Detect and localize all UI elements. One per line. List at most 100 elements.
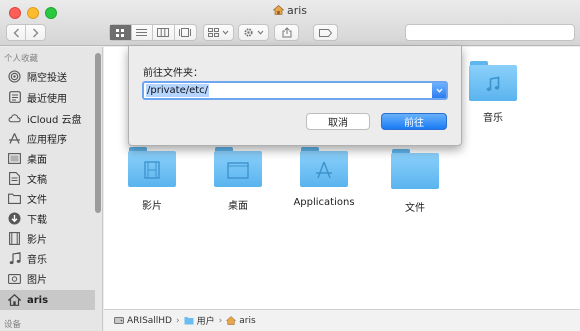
path-item-home[interactable]: aris [226, 315, 256, 326]
folder-item-files[interactable]: 文件 [377, 149, 453, 214]
sidebar: 个人收藏 隔空投送 最近使用 iCloud 云盘 应用程序 桌面 文稿 文件 下… [0, 47, 103, 331]
movies-folder-icon [128, 147, 176, 187]
path-separator: › [218, 315, 223, 326]
sidebar-item-airdrop[interactable]: 隔空投送 [0, 66, 95, 86]
sidebar-item-files[interactable]: 文件 [0, 188, 95, 208]
go-to-folder-label: 前往文件夹： [143, 68, 203, 79]
cancel-button[interactable]: 取消 [306, 113, 370, 130]
sidebar-item-label: 桌面 [27, 154, 47, 166]
home-icon [272, 5, 284, 15]
folder-label: 音乐 [483, 113, 503, 124]
downloads-icon [8, 212, 21, 225]
navigation-buttons [6, 24, 46, 41]
arrange-button[interactable] [203, 24, 234, 41]
column-view-button[interactable] [153, 25, 175, 40]
sidebar-item-documents[interactable]: 文稿 [0, 168, 95, 188]
devices-heading: 设备 [4, 320, 22, 330]
sidebar-item-downloads[interactable]: 下载 [0, 208, 95, 228]
folder-icon [391, 149, 439, 189]
applications-folder-icon [300, 147, 348, 187]
home-icon [8, 294, 21, 307]
list-view-icon [136, 29, 148, 36]
sidebar-item-pictures[interactable]: 图片 [0, 268, 95, 288]
sidebar-item-applications[interactable]: 应用程序 [0, 128, 95, 148]
sidebar-item-label: aris [27, 294, 49, 306]
path-item-label: aris [239, 315, 256, 326]
chevron-down-icon [222, 30, 229, 35]
sidebar-item-label: 音乐 [27, 254, 47, 266]
sidebar-item-label: 图片 [27, 274, 47, 286]
gear-icon [244, 28, 253, 37]
path-item-label: 用户 [196, 317, 215, 327]
applications-icon [8, 132, 21, 145]
gallery-view-button[interactable] [175, 25, 196, 40]
folder-item-applications[interactable]: Applications [286, 147, 362, 208]
folder-label: 影片 [142, 201, 162, 212]
list-view-button[interactable] [132, 25, 153, 40]
share-icon [282, 27, 291, 38]
tag-icon [319, 28, 332, 37]
sidebar-item-desktop[interactable]: 桌面 [0, 148, 95, 168]
folder-path-value[interactable]: /private/etc/ [146, 84, 210, 97]
back-button[interactable] [7, 25, 27, 40]
folder-path-input[interactable]: /private/etc/ [142, 81, 448, 100]
favorites-heading: 个人收藏 [4, 54, 39, 64]
icloud-icon [8, 112, 21, 125]
folder-item-movies[interactable]: 影片 [114, 147, 190, 212]
recents-icon [8, 91, 21, 104]
folder-icon [8, 192, 21, 205]
sidebar-item-label: 文件 [27, 194, 47, 206]
desktop-folder-icon [214, 147, 262, 187]
chevron-down-icon [436, 88, 442, 93]
sidebar-item-recents[interactable]: 最近使用 [0, 87, 95, 107]
path-item-disk[interactable]: ARISallHD [114, 316, 172, 326]
sidebar-item-label: 影片 [27, 234, 47, 246]
movies-icon [8, 231, 21, 245]
sidebar-item-icloud[interactable]: iCloud 云盘 [0, 108, 95, 128]
title-bar: aris [0, 0, 580, 46]
icon-view-button[interactable] [110, 25, 132, 40]
column-view-icon [157, 28, 170, 37]
folder-label: 桌面 [228, 201, 248, 212]
chevron-down-icon [257, 30, 264, 35]
tag-button[interactable] [313, 24, 338, 41]
desktop-icon [8, 152, 21, 165]
airdrop-icon [8, 69, 21, 83]
path-item-users[interactable]: 用户 [184, 314, 215, 327]
folder-label: Applications [293, 197, 355, 208]
path-item-label: ARISallHD [127, 315, 172, 326]
folder-item-music[interactable]: 音乐 [455, 61, 531, 124]
path-history-dropdown[interactable] [432, 83, 446, 98]
documents-icon [8, 171, 21, 185]
view-mode-control [109, 24, 197, 41]
music-icon [8, 251, 21, 265]
folder-icon [184, 317, 194, 325]
sidebar-item-label: 文稿 [27, 174, 47, 186]
sidebar-item-music[interactable]: 音乐 [0, 248, 95, 268]
home-icon [226, 316, 237, 325]
folder-label: 文件 [405, 203, 425, 214]
sidebar-item-home[interactable]: aris [0, 290, 95, 310]
path-bar: ARISallHD › 用户 › aris [104, 309, 580, 331]
hard-disk-icon [114, 317, 124, 324]
sidebar-scrollbar[interactable] [95, 53, 101, 213]
pictures-icon [8, 272, 21, 285]
search-input[interactable] [405, 24, 575, 41]
window-title: aris [0, 4, 580, 17]
action-button[interactable] [238, 24, 269, 41]
sidebar-item-movies[interactable]: 影片 [0, 228, 95, 248]
sidebar-item-label: iCloud 云盘 [27, 114, 82, 126]
path-separator: › [176, 315, 180, 326]
share-button[interactable] [274, 24, 299, 41]
gallery-view-icon [179, 28, 192, 37]
forward-button[interactable] [26, 25, 45, 40]
folder-item-desktop[interactable]: 桌面 [200, 147, 276, 212]
sidebar-item-label: 最近使用 [27, 93, 67, 105]
icon-view-icon [116, 28, 125, 37]
sidebar-item-label: 下载 [27, 214, 47, 226]
go-button[interactable]: 前往 [381, 113, 447, 130]
grid-arrange-icon [208, 28, 219, 37]
chevron-left-icon [13, 28, 19, 37]
sidebar-item-label: 隔空投送 [27, 72, 67, 84]
sidebar-item-label: 应用程序 [27, 134, 67, 146]
